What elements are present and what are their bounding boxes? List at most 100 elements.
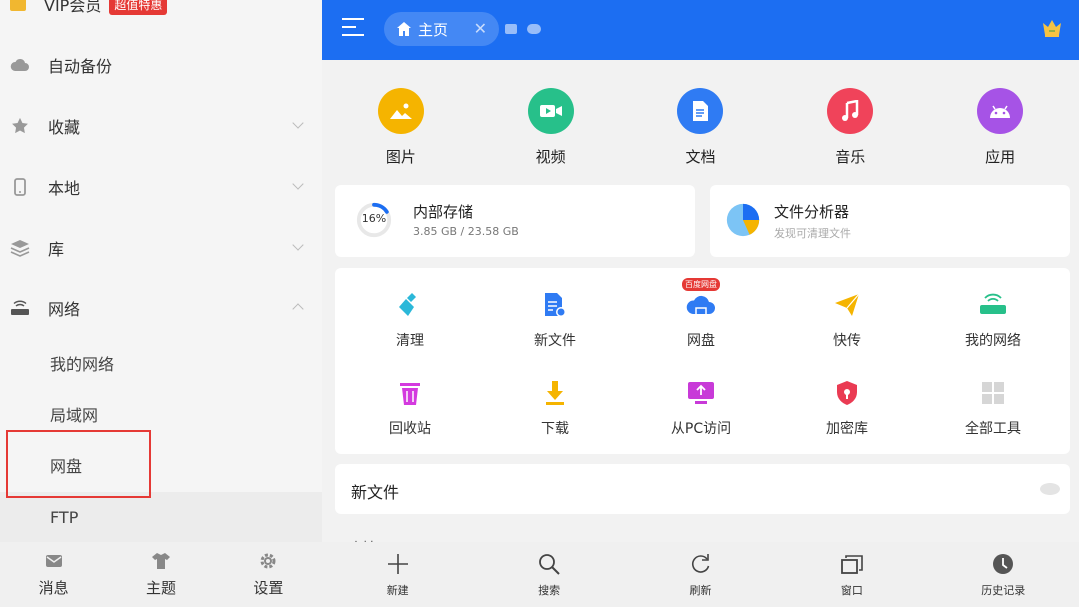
sidebar-subitem-my-network[interactable]: 我的网络 [0,338,322,388]
settings-button[interactable]: 设置 [215,542,322,607]
pc-access-icon [686,378,716,408]
image-icon [377,88,424,134]
theme-button[interactable]: 主题 [107,542,214,607]
sidebar-item-label: 网络 [48,300,81,319]
cloud-drive-icon: 百度网盘 [682,278,720,320]
chevron-down-icon [292,178,304,190]
clock-icon [991,552,1015,576]
baidu-badge: 百度网盘 [682,278,720,291]
sidebar-item-label: 库 [48,240,65,259]
main-panel: 主页 ✕ 图片 视频 文档 音乐 应用 16% 内部存储 3.85 GB / 2… [322,0,1079,607]
category-label: 音乐 [835,148,866,166]
star-icon [10,116,30,136]
windows-icon [840,552,864,576]
cloud-icon[interactable] [527,24,541,34]
tool-new-files[interactable]: 新文件 [505,290,605,350]
tool-label: 我的网络 [965,333,1021,349]
video-icon [527,88,574,134]
refresh-icon [688,552,712,576]
refresh-button[interactable]: 刷新 [650,542,750,607]
plus-icon [386,552,410,576]
tool-clean[interactable]: 清理 [360,290,460,350]
sidebar-item-auto-backup[interactable]: 自动备份 [0,40,322,90]
sidebar-item-label: 收藏 [48,118,81,137]
home-icon [397,22,411,36]
router-icon [10,298,30,318]
tab-home-label: 主页 [418,20,449,39]
tool-cloud-drive[interactable]: 百度网盘 网盘 [651,278,751,350]
category-label: 应用 [985,148,1016,166]
tools-grid: 清理 新文件 百度网盘 网盘 快传 我的网络 回收站 下载 从PC访问 加密库 … [335,268,1070,454]
category-music[interactable]: 音乐 [790,60,910,170]
storage-size: 3.85 GB / 23.58 GB [413,225,519,238]
chevron-up-icon [292,303,304,315]
sidebar-item-label: 自动备份 [48,57,113,76]
sidebar-item-local[interactable]: 本地 [0,162,322,212]
analyzer-title: 文件分析器 [774,203,850,221]
search-button[interactable]: 搜索 [499,542,599,607]
bottom-toolbar: 新建 搜索 刷新 窗口 历史记录 [322,542,1079,607]
category-label: 视频 [535,148,566,166]
tool-encrypted-vault[interactable]: 加密库 [797,378,897,438]
sidebar-item-favorites[interactable]: 收藏 [0,101,322,151]
vip-promo-badge: 超值特惠 [109,0,168,15]
phone-icon [10,177,30,197]
shirt-icon [151,551,171,571]
windows-button[interactable]: 窗口 [802,542,902,607]
sidebar-item-label: 本地 [48,179,81,198]
highlight-box [6,430,151,498]
close-icon[interactable]: ✕ [474,19,487,38]
sidebar: VIP会员 超值特惠 自动备份 收藏 本地 库 网络 我的网络 局域网 网盘 F… [0,0,322,607]
sidebar-item-network[interactable]: 网络 [0,283,322,333]
tool-my-network[interactable]: 我的网络 [943,290,1043,350]
tool-quick-send[interactable]: 快传 [797,290,897,350]
category-label: 文档 [685,148,716,166]
sidebar-subitem-ftp[interactable]: FTP [0,492,322,542]
vip-row[interactable]: VIP会员 超值特惠 [0,0,168,16]
layers-icon [10,238,30,258]
search-label: 搜索 [538,583,561,597]
category-images[interactable]: 图片 [341,60,461,170]
sidebar-item-library[interactable]: 库 [0,223,322,273]
new-button[interactable]: 新建 [348,542,448,607]
music-icon [827,88,874,134]
new-file-icon [540,290,570,320]
messages-label: 消息 [38,579,69,597]
window-icon[interactable] [505,24,517,34]
new-files-section[interactable]: 新文件 [335,464,1070,514]
broom-icon [395,290,425,320]
tool-pc-access[interactable]: 从PC访问 [651,378,751,438]
tool-label: 清理 [396,333,424,349]
shield-icon [832,378,862,408]
category-documents[interactable]: 文档 [640,60,760,170]
eye-icon[interactable] [1040,483,1060,495]
file-analyzer-card[interactable]: 文件分析器 发现可清理文件 [710,185,1070,257]
tool-label: 全部工具 [965,421,1021,437]
tool-all-tools[interactable]: 全部工具 [943,378,1043,438]
category-apps[interactable]: 应用 [940,60,1060,170]
settings-label: 设置 [253,579,284,597]
crown-icon[interactable] [1041,18,1063,38]
top-bar: 主页 ✕ [322,0,1079,60]
messages-button[interactable]: 消息 [0,542,107,607]
windows-label: 窗口 [840,583,863,597]
tool-download[interactable]: 下载 [505,378,605,438]
tool-label: 加密库 [826,421,868,437]
cloud-icon [10,55,30,75]
tool-recycle-bin[interactable]: 回收站 [360,378,460,438]
internal-storage-card[interactable]: 16% 内部存储 3.85 GB / 23.58 GB [335,185,695,257]
gear-icon [258,551,278,571]
download-icon [540,378,570,408]
new-label: 新建 [386,583,409,597]
storage-percent: 16% [361,212,387,225]
vip-label: VIP会员 [44,0,102,15]
category-videos[interactable]: 视频 [491,60,611,170]
history-button[interactable]: 历史记录 [953,542,1053,607]
new-files-title: 新文件 [351,483,400,502]
menu-icon[interactable] [342,18,364,38]
category-label: 图片 [385,148,416,166]
tool-label: 回收站 [389,421,431,437]
tab-home[interactable]: 主页 ✕ [384,12,499,46]
storage-title: 内部存储 [413,203,474,221]
send-icon [832,290,862,320]
